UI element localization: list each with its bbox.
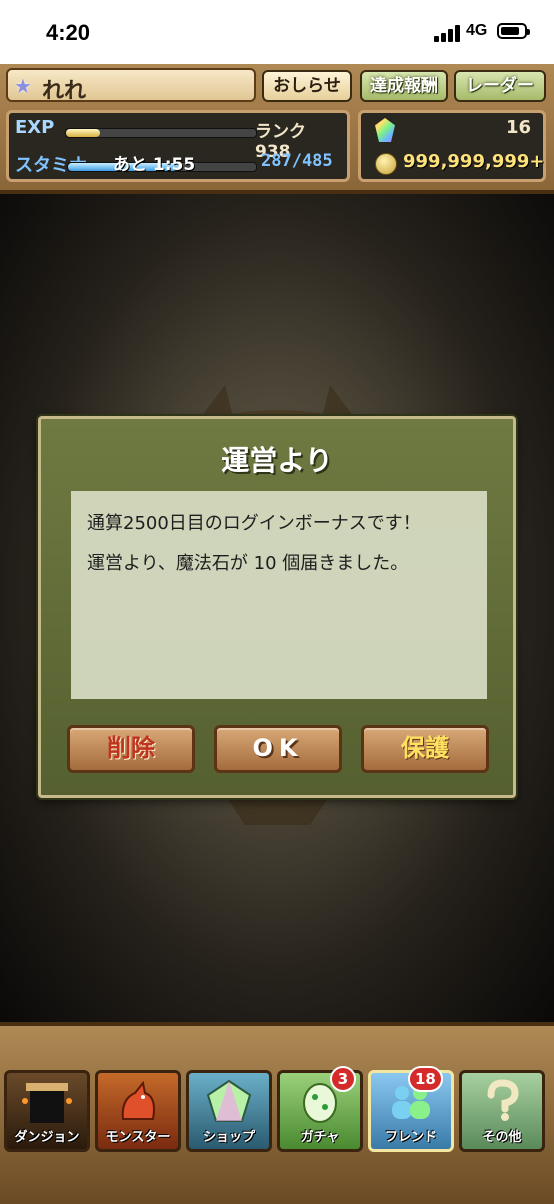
- top-hud: ★ れれ おしらせ 達成報酬 レーダー EXP ランク 938 スタミナ あと …: [0, 64, 554, 194]
- coin-count: 999,999,999+: [403, 151, 545, 172]
- player-stats-panel: EXP ランク 938 スタミナ あと 1:55 287/485: [6, 110, 350, 182]
- friend-count-badge: 18: [408, 1066, 443, 1092]
- player-name-box[interactable]: ★ れれ: [6, 68, 256, 104]
- nav-dungeon[interactable]: ダンジョン: [4, 1070, 90, 1152]
- player-name: れれ: [42, 79, 87, 104]
- protect-button[interactable]: 保護: [361, 725, 489, 773]
- nav-monster[interactable]: モンスター: [95, 1070, 181, 1152]
- dialog-title: 運営より: [221, 444, 333, 477]
- gacha-count-badge: 3: [330, 1066, 356, 1092]
- dialog-message-box: 通算2500日目のログインボーナスです！ 運営より、魔法石が 10 個届きました…: [71, 491, 487, 699]
- nav-label: ショップ: [202, 1130, 255, 1145]
- star-icon: ★: [14, 74, 32, 98]
- nav-label: フレンド: [384, 1130, 437, 1145]
- network-type: 4G: [466, 22, 488, 39]
- stamina-timer: あと 1:55: [113, 155, 196, 175]
- nav-shop[interactable]: ショップ: [186, 1070, 272, 1152]
- exp-bar: [65, 128, 257, 138]
- magic-stone-count: 16: [505, 117, 531, 138]
- radar-button[interactable]: レーダー: [454, 70, 546, 102]
- resources-panel: 16 999,999,999+: [358, 110, 546, 182]
- nav-label: ガチャ: [300, 1130, 340, 1145]
- coin-icon: [375, 153, 397, 175]
- message-line-1: 通算2500日目のログインボーナスです！: [87, 513, 421, 534]
- exp-label: EXP: [15, 117, 55, 138]
- ok-button[interactable]: OK: [214, 725, 342, 773]
- magic-stone-icon: [206, 1079, 252, 1122]
- stamina-value: 287/485: [261, 151, 333, 171]
- battery-icon: [497, 23, 530, 39]
- message-dialog: 運営より 通算2500日目のログインボーナスです！ 運営より、魔法石が 10 個…: [38, 416, 516, 798]
- news-button[interactable]: おしらせ: [262, 70, 352, 102]
- achievements-button[interactable]: 達成報酬: [360, 70, 448, 102]
- bottom-nav: ダンジョン モンスター ショップ ガチャ フレンド その他: [0, 1022, 554, 1204]
- nav-label: モンスター: [105, 1130, 171, 1145]
- signal-icon: [434, 24, 462, 42]
- status-bar: 4:20 4G: [0, 0, 554, 64]
- delete-button[interactable]: 削除: [67, 725, 195, 773]
- magic-stone-icon: [375, 118, 395, 142]
- dragon-icon: [121, 1080, 155, 1120]
- nav-label: ダンジョン: [14, 1130, 80, 1145]
- nav-other[interactable]: その他: [459, 1070, 545, 1152]
- message-line-2: 運営より、魔法石が 10 個届きました。: [87, 553, 409, 574]
- question-icon: [487, 1079, 519, 1121]
- clock: 4:20: [46, 20, 91, 45]
- nav-label: その他: [482, 1130, 522, 1145]
- dungeon-gate-icon: [22, 1083, 72, 1123]
